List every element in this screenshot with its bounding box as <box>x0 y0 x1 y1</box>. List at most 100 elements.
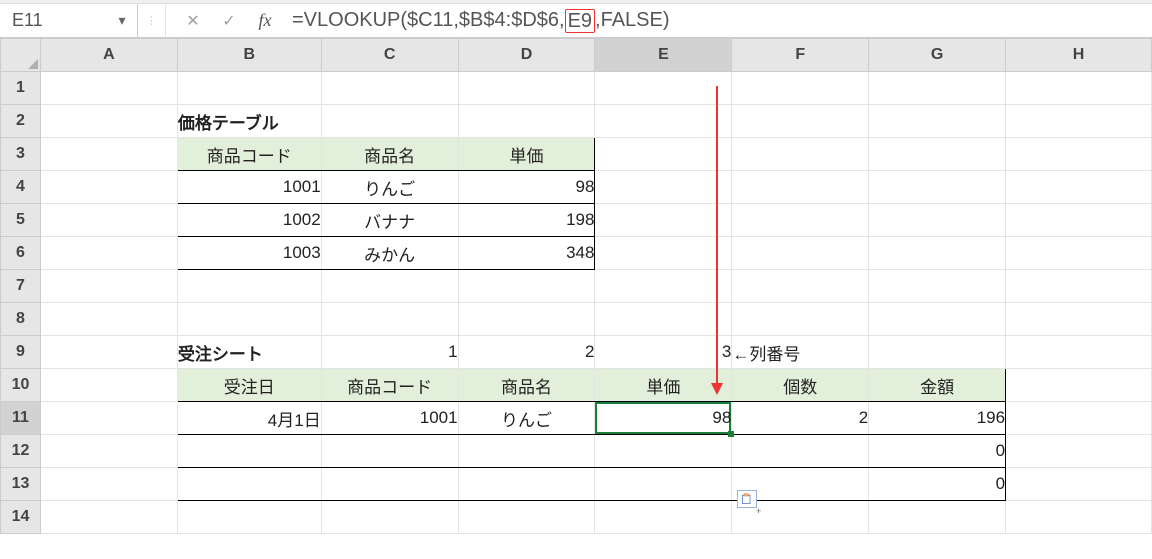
row-header-2[interactable]: 2 <box>1 105 41 138</box>
cell-E8[interactable] <box>595 303 732 336</box>
cell-H6[interactable] <box>1006 237 1152 270</box>
cell-F1[interactable] <box>732 72 869 105</box>
row-header-13[interactable]: 13 <box>1 468 41 501</box>
cell-H5[interactable] <box>1006 204 1152 237</box>
select-all-corner[interactable] <box>1 39 41 72</box>
cell-F4[interactable] <box>732 171 869 204</box>
cell-F5[interactable] <box>732 204 869 237</box>
row-header-14[interactable]: 14 <box>1 501 41 534</box>
cell-D7[interactable] <box>458 270 595 303</box>
col-header-C[interactable]: C <box>321 39 458 72</box>
cell-D4[interactable]: 98 <box>458 171 595 204</box>
cell-B13[interactable] <box>177 468 321 501</box>
row-header-12[interactable]: 12 <box>1 435 41 468</box>
spreadsheet-grid[interactable]: A B C D E F G H 1 2価格テーブル 3 商品コード 商品名 単価… <box>0 38 1152 534</box>
row-header-10[interactable]: 10 <box>1 369 41 402</box>
cell-G14[interactable] <box>869 501 1006 534</box>
cell-G4[interactable] <box>869 171 1006 204</box>
cell-A8[interactable] <box>40 303 177 336</box>
paste-options-icon[interactable] <box>737 490 757 508</box>
col-header-H[interactable]: H <box>1006 39 1152 72</box>
cell-F2[interactable] <box>732 105 869 138</box>
cell-F10[interactable]: 個数 <box>732 369 869 402</box>
cell-C14[interactable] <box>321 501 458 534</box>
row-header-9[interactable]: 9 <box>1 336 41 369</box>
cell-G10[interactable]: 金額 <box>869 369 1006 402</box>
cell-A5[interactable] <box>40 204 177 237</box>
cell-F11[interactable]: 2 <box>732 402 869 435</box>
cell-G7[interactable] <box>869 270 1006 303</box>
cell-D2[interactable] <box>458 105 595 138</box>
fx-icon[interactable]: fx <box>256 10 274 31</box>
row-header-4[interactable]: 4 <box>1 171 41 204</box>
cell-E7[interactable] <box>595 270 732 303</box>
cell-E10[interactable]: 単価 <box>595 369 732 402</box>
cell-B10[interactable]: 受注日 <box>177 369 321 402</box>
cell-B1[interactable] <box>177 72 321 105</box>
formula-input[interactable]: =VLOOKUP($C11,$B$4:$D$6, E9 ,FALSE) <box>292 9 670 33</box>
cell-B11[interactable]: 4月1日 <box>177 402 321 435</box>
cell-C5[interactable]: バナナ <box>321 204 458 237</box>
cell-D5[interactable]: 198 <box>458 204 595 237</box>
cell-E11-active[interactable]: 98 <box>595 402 732 435</box>
cell-E6[interactable] <box>595 237 732 270</box>
cell-A10[interactable] <box>40 369 177 402</box>
row-header-8[interactable]: 8 <box>1 303 41 336</box>
cell-C13[interactable] <box>321 468 458 501</box>
cell-E3[interactable] <box>595 138 732 171</box>
cell-C9[interactable]: 1 <box>321 336 458 369</box>
cell-G3[interactable] <box>869 138 1006 171</box>
cell-A4[interactable] <box>40 171 177 204</box>
cell-B7[interactable] <box>177 270 321 303</box>
cell-A9[interactable] <box>40 336 177 369</box>
cell-A3[interactable] <box>40 138 177 171</box>
cell-B8[interactable] <box>177 303 321 336</box>
cell-B14[interactable] <box>177 501 321 534</box>
accept-icon[interactable]: ✓ <box>220 11 238 31</box>
cell-D12[interactable] <box>458 435 595 468</box>
col-header-B[interactable]: B <box>177 39 321 72</box>
cell-B2-price-title[interactable]: 価格テーブル <box>177 105 321 138</box>
cell-F12[interactable] <box>732 435 869 468</box>
cell-E5[interactable] <box>595 204 732 237</box>
row-header-1[interactable]: 1 <box>1 72 41 105</box>
cell-E4[interactable] <box>595 171 732 204</box>
cell-G2[interactable] <box>869 105 1006 138</box>
cell-C3[interactable]: 商品名 <box>321 138 458 171</box>
col-header-F[interactable]: F <box>732 39 869 72</box>
cell-E9[interactable]: 3 <box>595 336 732 369</box>
cell-B6[interactable]: 1003 <box>177 237 321 270</box>
cell-A11[interactable] <box>40 402 177 435</box>
cell-C11[interactable]: 1001 <box>321 402 458 435</box>
cell-C4[interactable]: りんご <box>321 171 458 204</box>
cell-E1[interactable] <box>595 72 732 105</box>
cell-B9-order-title[interactable]: 受注シート <box>177 336 321 369</box>
cell-F8[interactable] <box>732 303 869 336</box>
row-header-6[interactable]: 6 <box>1 237 41 270</box>
cell-F9-note[interactable]: ←列番号 <box>732 336 869 369</box>
cell-D9[interactable]: 2 <box>458 336 595 369</box>
cell-G12[interactable]: 0 <box>869 435 1006 468</box>
cell-D3[interactable]: 単価 <box>458 138 595 171</box>
cell-H9[interactable] <box>1006 336 1152 369</box>
cell-G8[interactable] <box>869 303 1006 336</box>
cell-G13[interactable]: 0 <box>869 468 1006 501</box>
cell-H11[interactable] <box>1006 402 1152 435</box>
cell-E12[interactable] <box>595 435 732 468</box>
row-header-3[interactable]: 3 <box>1 138 41 171</box>
cell-D6[interactable]: 348 <box>458 237 595 270</box>
cell-E2[interactable] <box>595 105 732 138</box>
cell-F6[interactable] <box>732 237 869 270</box>
cell-H2[interactable] <box>1006 105 1152 138</box>
cell-G1[interactable] <box>869 72 1006 105</box>
cell-C2[interactable] <box>321 105 458 138</box>
name-box-dropdown-icon[interactable]: ▾ <box>113 12 131 29</box>
cell-G5[interactable] <box>869 204 1006 237</box>
cell-H13[interactable] <box>1006 468 1152 501</box>
cell-H3[interactable] <box>1006 138 1152 171</box>
col-header-D[interactable]: D <box>458 39 595 72</box>
cell-C1[interactable] <box>321 72 458 105</box>
cell-C10[interactable]: 商品コード <box>321 369 458 402</box>
cell-H8[interactable] <box>1006 303 1152 336</box>
cell-C6[interactable]: みかん <box>321 237 458 270</box>
